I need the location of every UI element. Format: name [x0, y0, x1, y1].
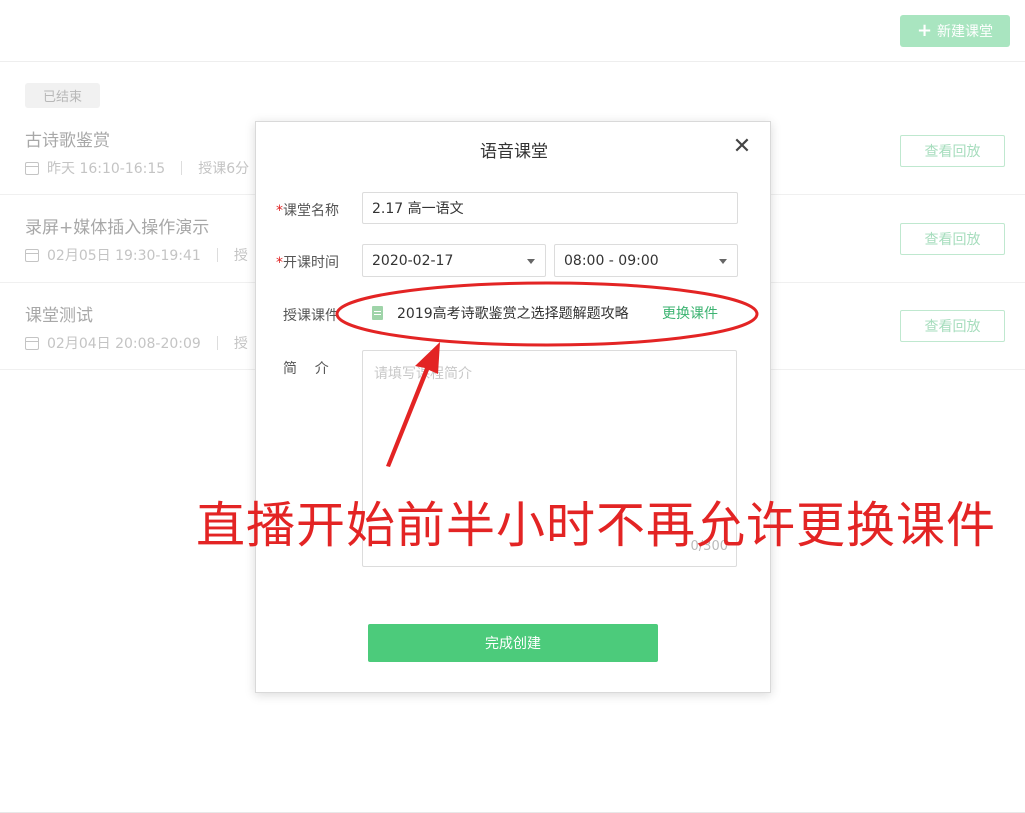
caret-down-icon	[719, 259, 727, 264]
date-select[interactable]: 2020-02-17	[362, 244, 546, 277]
course-meta: 02月05日 19:30-19:41 授	[25, 245, 248, 265]
plus-icon: +	[916, 20, 933, 41]
calendar-icon	[25, 161, 39, 175]
view-replay-button[interactable]: 查看回放	[900, 135, 1005, 167]
voice-classroom-dialog: 语音课堂 ✕ *课堂名称 2.17 高一语文 *开课时间 2020-02-17 …	[255, 121, 771, 693]
course-duration: 授课6分	[198, 161, 250, 177]
courseware-row: 2019高考诗歌鉴赏之选择题解题攻略 更换课件	[362, 298, 737, 328]
courseware-file: 2019高考诗歌鉴赏之选择题解题攻略	[372, 298, 629, 328]
required-mark: *	[276, 255, 283, 271]
course-title: 古诗歌鉴赏	[25, 131, 110, 151]
intro-placeholder: 请填写课程简介	[374, 366, 472, 382]
courseware-label: 授课课件	[283, 308, 339, 324]
page: + 新建课堂 已结束 古诗歌鉴赏 昨天 16:10-16:15 授课6分 查看回…	[0, 0, 1025, 813]
annotation-text: 直播开始前半小时不再允许更换课件	[196, 497, 997, 554]
change-courseware-link[interactable]: 更换课件	[662, 298, 718, 328]
caret-down-icon	[527, 259, 535, 264]
course-time: 02月05日 19:30-19:41	[47, 248, 201, 264]
calendar-icon	[25, 248, 39, 262]
course-time: 02月04日 20:08-20:09	[47, 336, 201, 352]
intro-label: 简 介	[283, 361, 329, 377]
start-time-label: *开课时间	[276, 255, 339, 271]
view-replay-button[interactable]: 查看回放	[900, 310, 1005, 342]
time-range-select[interactable]: 08:00 - 09:00	[554, 244, 738, 277]
required-mark: *	[276, 203, 283, 219]
course-title: 录屏+媒体插入操作演示	[25, 218, 210, 238]
divider	[216, 248, 218, 262]
courseware-name: 2019高考诗歌鉴赏之选择题解题攻略	[397, 306, 629, 322]
new-classroom-button[interactable]: + 新建课堂	[900, 15, 1010, 47]
course-duration: 授	[233, 336, 248, 352]
document-icon	[372, 306, 383, 320]
course-duration: 授	[233, 248, 248, 264]
course-title: 课堂测试	[25, 306, 93, 326]
new-classroom-label: 新建课堂	[937, 24, 994, 40]
view-replay-button[interactable]: 查看回放	[900, 223, 1005, 255]
dialog-title: 语音课堂	[480, 142, 548, 162]
course-time: 昨天 16:10-16:15	[47, 161, 166, 177]
finish-create-button[interactable]: 完成创建	[368, 624, 658, 662]
classroom-name-label: *课堂名称	[276, 203, 339, 219]
close-icon[interactable]: ✕	[730, 134, 754, 159]
status-badge: 已结束	[25, 83, 100, 108]
classroom-name-input[interactable]: 2.17 高一语文	[362, 192, 738, 224]
divider	[181, 161, 183, 175]
course-meta: 昨天 16:10-16:15 授课6分	[25, 158, 249, 178]
divider	[216, 336, 218, 350]
calendar-icon	[25, 336, 39, 350]
course-meta: 02月04日 20:08-20:09 授	[25, 333, 248, 353]
top-bar: + 新建课堂	[0, 0, 1025, 62]
